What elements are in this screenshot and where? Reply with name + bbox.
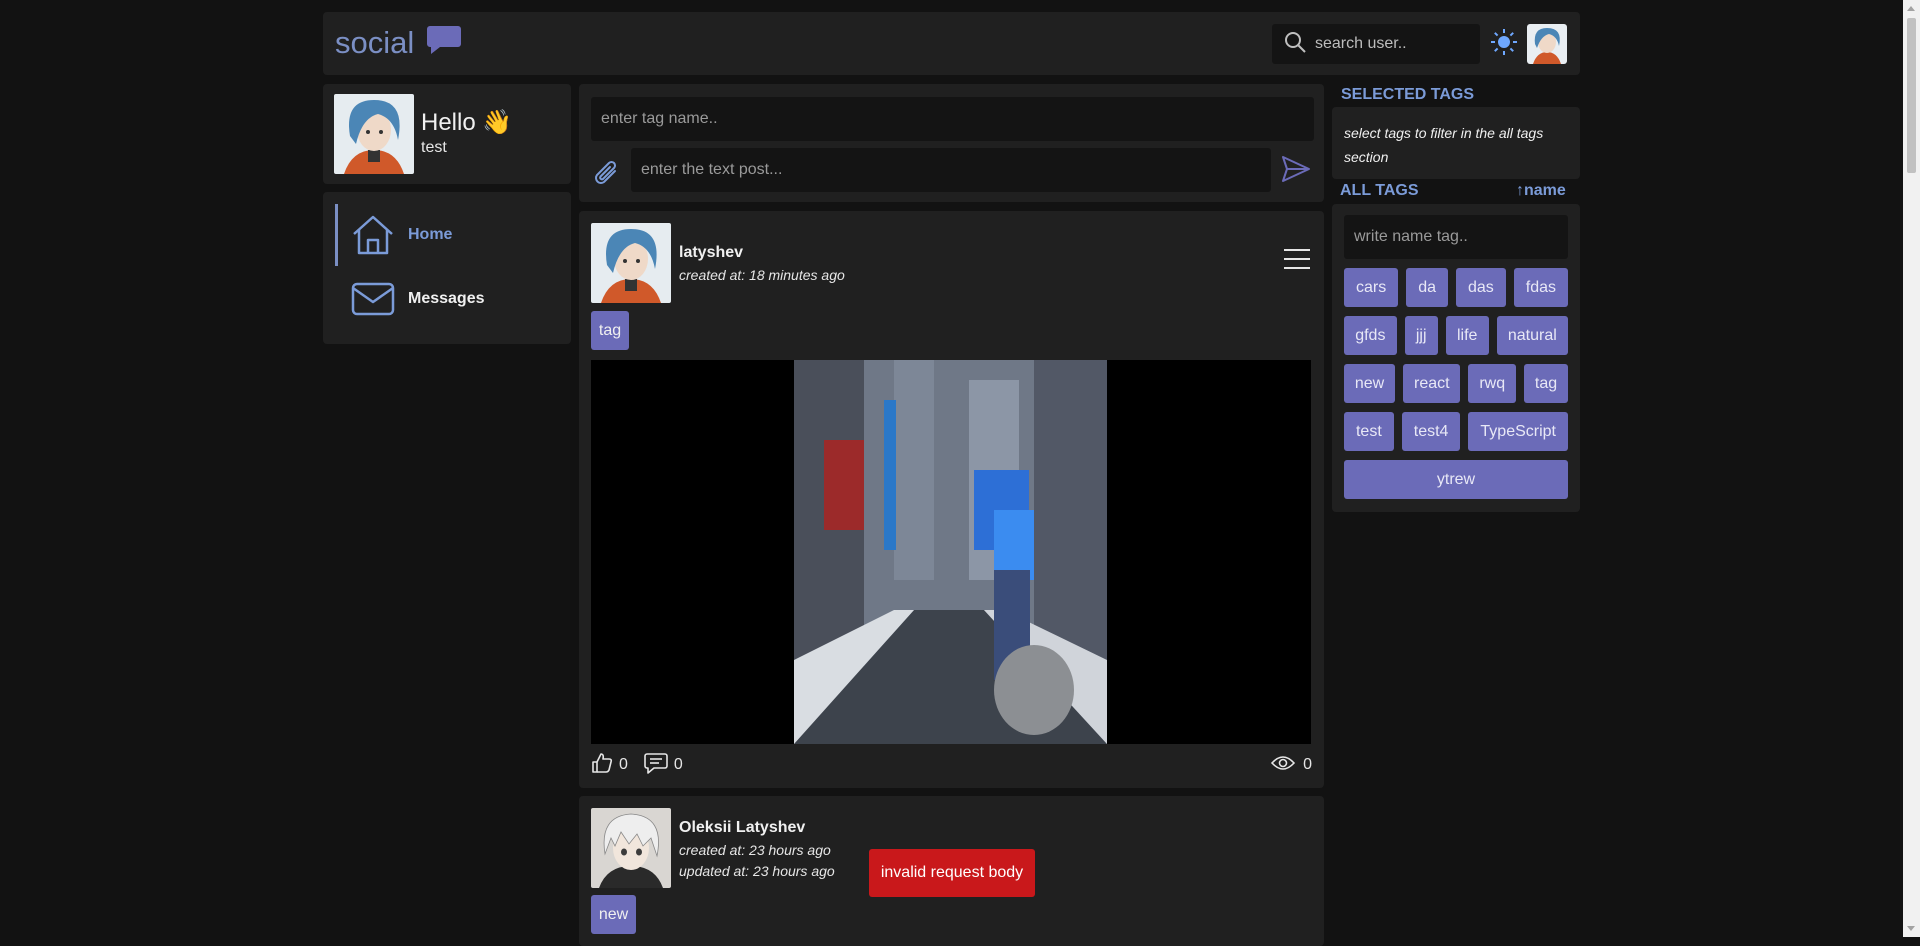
post-composer: enter tag name.. enter the text post... — [579, 84, 1324, 202]
search-placeholder: search user.. — [1315, 35, 1407, 52]
post-tag[interactable]: new — [591, 895, 636, 934]
post-views: 0 — [1271, 751, 1312, 779]
home-icon — [350, 212, 396, 258]
tag-button[interactable]: natural — [1496, 316, 1568, 355]
tag-name-input[interactable]: enter tag name.. — [591, 97, 1314, 141]
like-count: 0 — [619, 756, 628, 773]
paperclip-icon — [593, 157, 621, 194]
post-created-at: created at: 23 hours ago — [679, 842, 831, 858]
selected-tags-heading: SELECTED TAGS — [1341, 86, 1475, 103]
tag-button[interactable]: fdas — [1513, 268, 1569, 307]
nav-item-messages[interactable]: Messages — [335, 268, 555, 330]
tag-button[interactable]: cars — [1344, 268, 1399, 307]
search-icon — [1283, 30, 1315, 59]
nav-label-home: Home — [408, 226, 453, 243]
menu-line — [1284, 258, 1310, 260]
like-icon[interactable] — [591, 752, 613, 779]
menu-line — [1284, 267, 1310, 269]
post-updated-at: updated at: 23 hours ago — [679, 863, 835, 879]
tag-search-placeholder: write name tag.. — [1354, 228, 1468, 245]
tag-name-placeholder: enter tag name.. — [601, 110, 718, 127]
scrollbar-thumb[interactable] — [1907, 18, 1916, 173]
tag-button[interactable]: test — [1344, 412, 1394, 451]
side-navigation: Home Messages — [323, 192, 571, 344]
error-message: invalid request body — [869, 849, 1035, 897]
post-card: latyshev created at: 18 minutes ago tag — [579, 211, 1324, 788]
attach-button[interactable] — [591, 154, 623, 196]
post-image — [794, 360, 1107, 744]
theme-toggle-button[interactable] — [1489, 28, 1519, 61]
all-tags-panel: write name tag.. cars da das fdas gfds j… — [1332, 204, 1580, 512]
greeting: Hello 👋 — [421, 109, 513, 136]
search-user-field[interactable]: search user.. — [1272, 24, 1480, 64]
tag-row: test test4 TypeScript — [1344, 412, 1568, 451]
scroll-down-arrow-icon[interactable] — [1907, 926, 1915, 931]
page-scrollbar[interactable] — [1903, 0, 1920, 937]
post-text-placeholder: enter the text post... — [641, 161, 783, 178]
nav-item-home[interactable]: Home — [335, 204, 558, 266]
nav-label-messages: Messages — [408, 290, 485, 307]
tag-row: ytrew — [1344, 460, 1568, 499]
selected-tags-hint: select tags to filter in the all tags se… — [1344, 125, 1544, 165]
post-created-at: created at: 18 minutes ago — [679, 267, 845, 283]
comment-icon[interactable] — [644, 752, 668, 779]
sun-icon — [1490, 28, 1518, 61]
post-media[interactable] — [591, 360, 1311, 744]
comment-count: 0 — [673, 756, 683, 773]
post-author[interactable]: Oleksii Latyshev — [679, 819, 805, 837]
profile-avatar[interactable] — [334, 94, 414, 174]
tag-search-input[interactable]: write name tag.. — [1344, 215, 1568, 259]
profile-username: test — [421, 139, 447, 156]
eye-icon — [1271, 754, 1296, 777]
post-text-input[interactable]: enter the text post... — [631, 148, 1271, 192]
tag-button[interactable]: da — [1406, 268, 1448, 307]
send-icon — [1281, 155, 1311, 188]
top-header: social search user.. — [323, 12, 1580, 75]
tag-button[interactable]: react — [1403, 364, 1461, 403]
tag-button[interactable]: gfds — [1344, 316, 1397, 355]
tag-button[interactable]: tag — [1524, 364, 1569, 403]
all-tags-heading: ALL TAGS — [1340, 182, 1419, 199]
view-count: 0 — [1303, 756, 1312, 773]
post-actions: 0 0 — [591, 751, 693, 779]
header-avatar[interactable] — [1527, 24, 1567, 64]
scroll-up-arrow-icon[interactable] — [1907, 6, 1915, 11]
send-button[interactable] — [1277, 154, 1315, 188]
tag-button[interactable]: TypeScript — [1468, 412, 1568, 451]
selected-tags-panel: select tags to filter in the all tags se… — [1332, 107, 1580, 179]
logo[interactable]: social — [335, 24, 462, 61]
menu-line — [1284, 249, 1310, 251]
tag-row: cars da das fdas — [1344, 268, 1569, 307]
envelope-icon — [350, 276, 396, 322]
post-card: Oleksii Latyshev created at: 23 hours ag… — [579, 796, 1324, 946]
tag-button[interactable]: new — [1344, 364, 1396, 403]
post-author[interactable]: latyshev — [679, 244, 743, 262]
tag-row: gfds jjj life natural — [1344, 316, 1568, 355]
logo-text: social — [335, 24, 415, 60]
tag-button[interactable]: rwq — [1468, 364, 1517, 403]
tag-row: new react rwq tag — [1344, 364, 1569, 403]
post-menu-button[interactable] — [1284, 249, 1310, 269]
post-tag[interactable]: tag — [591, 311, 629, 350]
chat-bubble-icon — [426, 24, 462, 61]
tag-button[interactable]: life — [1445, 316, 1489, 355]
sort-by-name-button[interactable]: ↑name — [1516, 182, 1566, 200]
tag-button[interactable]: das — [1456, 268, 1506, 307]
author-avatar[interactable] — [591, 223, 671, 303]
tag-button[interactable]: test4 — [1401, 412, 1461, 451]
profile-card: Hello 👋 test — [323, 84, 571, 184]
tag-grid: cars da das fdas gfds jjj life natural n… — [1344, 268, 1569, 508]
tag-button[interactable]: jjj — [1404, 316, 1438, 355]
tag-button[interactable]: ytrew — [1344, 460, 1568, 499]
author-avatar[interactable] — [591, 808, 671, 888]
